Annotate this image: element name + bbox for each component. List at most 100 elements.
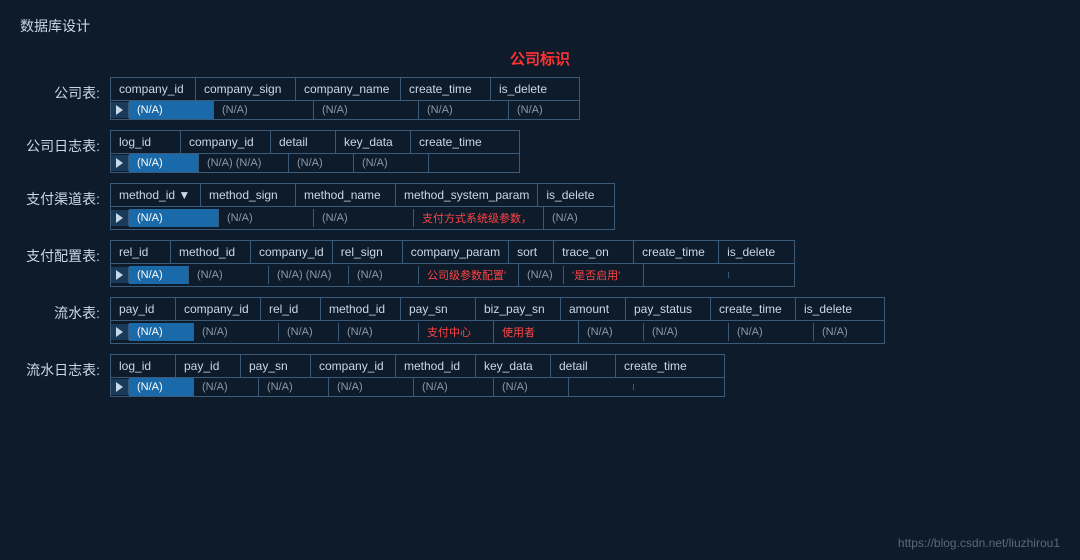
label-flow-table: 流水表: (20, 297, 110, 323)
cell-flow-table-0-0: (N/A) (129, 323, 194, 341)
table-row-company-log-table-0: (N/A)(N/A) (N/A)(N/A)(N/A) (111, 154, 519, 172)
cell-company-log-table-0-3: (N/A) (354, 154, 429, 172)
col-flow-table-8: create_time (711, 298, 796, 320)
col-payment-method-table-3: method_system_param (396, 184, 538, 206)
col-flow-log-table-2: pay_sn (241, 355, 311, 377)
cell-payment-method-table-0-3: 支付方式系统级参数， (414, 207, 544, 229)
watermark: https://blog.csdn.net/liuzhirou1 (898, 536, 1060, 550)
label-payment-config-table: 支付配置表: (20, 240, 110, 266)
cell-flow-log-table-0-7 (634, 384, 724, 390)
col-flow-table-6: amount (561, 298, 626, 320)
cell-flow-log-table-0-0: (N/A) (129, 378, 194, 396)
col-payment-config-table-6: trace_on (554, 241, 634, 263)
col-company-table-2: company_name (296, 78, 401, 100)
cell-payment-config-table-0-4: 公司级参数配置' (419, 264, 519, 286)
cell-flow-table-0-5: 使用者 (494, 321, 579, 343)
table-header-flow-log-table: log_idpay_idpay_sncompany_idmethod_idkey… (111, 355, 724, 378)
col-flow-table-4: pay_sn (401, 298, 476, 320)
center-title: 公司标识 (20, 48, 1060, 69)
col-flow-log-table-3: company_id (311, 355, 396, 377)
cell-payment-config-table-0-0: (N/A) (129, 266, 189, 284)
table-company-table: company_idcompany_signcompany_namecreate… (110, 77, 580, 120)
cell-flow-log-table-0-1: (N/A) (194, 378, 259, 396)
table-payment-config-table: rel_idmethod_idcompany_idrel_signcompany… (110, 240, 795, 287)
cell-company-table-0-2: (N/A) (314, 101, 419, 119)
cell-flow-table-0-4: 支付中心 (419, 321, 494, 343)
table-row-flow-log-table-0: (N/A)(N/A)(N/A)(N/A)(N/A)(N/A) (111, 378, 724, 396)
cell-payment-method-table-0-2: (N/A) (314, 209, 414, 227)
label-company-log-table: 公司日志表: (20, 130, 110, 156)
cell-flow-table-0-2: (N/A) (279, 323, 339, 341)
col-payment-config-table-0: rel_id (111, 241, 171, 263)
col-company-log-table-3: key_data (336, 131, 411, 153)
table-header-payment-config-table: rel_idmethod_idcompany_idrel_signcompany… (111, 241, 794, 264)
label-company-table: 公司表: (20, 77, 110, 103)
table-row-payment-method-table-0: (N/A)(N/A)(N/A)支付方式系统级参数，(N/A) (111, 207, 614, 229)
cell-company-log-table-0-0: (N/A) (129, 154, 199, 172)
cell-payment-config-table-0-8 (729, 272, 794, 278)
col-payment-config-table-8: is_delete (719, 241, 784, 263)
section-payment-config-table: 支付配置表:rel_idmethod_idcompany_idrel_signc… (20, 240, 1060, 287)
table-header-company-log-table: log_idcompany_iddetailkey_datacreate_tim… (111, 131, 519, 154)
cell-company-log-table-0-2: (N/A) (289, 154, 354, 172)
col-flow-log-table-1: pay_id (176, 355, 241, 377)
col-company-table-3: create_time (401, 78, 491, 100)
col-flow-log-table-5: key_data (476, 355, 551, 377)
cell-flow-table-0-6: (N/A) (579, 323, 644, 341)
cell-flow-log-table-0-2: (N/A) (259, 378, 329, 396)
col-flow-log-table-6: detail (551, 355, 616, 377)
col-flow-table-1: company_id (176, 298, 261, 320)
table-header-payment-method-table: method_id ▼method_signmethod_namemethod_… (111, 184, 614, 207)
cell-company-table-0-3: (N/A) (419, 101, 509, 119)
col-flow-table-0: pay_id (111, 298, 176, 320)
col-company-log-table-0: log_id (111, 131, 181, 153)
cell-payment-config-table-0-6: '是否启用' (564, 264, 644, 286)
table-flow-log-table: log_idpay_idpay_sncompany_idmethod_idkey… (110, 354, 725, 397)
col-company-table-1: company_sign (196, 78, 296, 100)
cell-flow-log-table-0-6 (569, 384, 634, 390)
cell-company-table-0-1: (N/A) (214, 101, 314, 119)
col-company-log-table-4: create_time (411, 131, 501, 153)
col-flow-log-table-7: create_time (616, 355, 706, 377)
col-flow-table-2: rel_id (261, 298, 321, 320)
col-payment-method-table-0: method_id ▼ (111, 184, 201, 206)
col-payment-method-table-1: method_sign (201, 184, 296, 206)
col-flow-table-3: method_id (321, 298, 401, 320)
row-indicator-flow-table-0 (111, 324, 129, 340)
col-company-table-0: company_id (111, 78, 196, 100)
table-row-company-table-0: (N/A)(N/A)(N/A)(N/A)(N/A) (111, 101, 579, 119)
table-company-log-table: log_idcompany_iddetailkey_datacreate_tim… (110, 130, 520, 173)
col-payment-config-table-7: create_time (634, 241, 719, 263)
cell-company-table-0-0: (N/A) (129, 101, 214, 119)
cell-flow-table-0-3: (N/A) (339, 323, 419, 341)
label-flow-log-table: 流水日志表: (20, 354, 110, 380)
cell-flow-log-table-0-3: (N/A) (329, 378, 414, 396)
cell-payment-config-table-0-3: (N/A) (349, 266, 419, 284)
col-payment-config-table-2: company_id (251, 241, 333, 263)
table-header-company-table: company_idcompany_signcompany_namecreate… (111, 78, 579, 101)
cell-payment-method-table-0-1: (N/A) (219, 209, 314, 227)
col-company-table-4: is_delete (491, 78, 561, 100)
col-payment-config-table-1: method_id (171, 241, 251, 263)
label-payment-method-table: 支付渠道表: (20, 183, 110, 209)
table-header-flow-table: pay_idcompany_idrel_idmethod_idpay_snbiz… (111, 298, 884, 321)
row-indicator-flow-log-table-0 (111, 379, 129, 395)
cell-company-table-0-4: (N/A) (509, 101, 579, 119)
section-payment-method-table: 支付渠道表:method_id ▼method_signmethod_namem… (20, 183, 1060, 230)
cell-payment-method-table-0-0: (N/A) (129, 209, 219, 227)
page-title: 数据库设计 (20, 16, 1060, 36)
section-company-log-table: 公司日志表:log_idcompany_iddetailkey_datacrea… (20, 130, 1060, 173)
section-flow-log-table: 流水日志表:log_idpay_idpay_sncompany_idmethod… (20, 354, 1060, 397)
row-indicator-company-log-table-0 (111, 155, 129, 171)
col-flow-table-7: pay_status (626, 298, 711, 320)
cell-company-log-table-0-1: (N/A) (N/A) (199, 154, 289, 172)
col-payment-config-table-5: sort (509, 241, 554, 263)
col-company-log-table-1: company_id (181, 131, 271, 153)
col-payment-config-table-3: rel_sign (333, 241, 403, 263)
col-flow-log-table-0: log_id (111, 355, 176, 377)
col-payment-method-table-4: is_delete (538, 184, 608, 206)
col-payment-config-table-4: company_param (403, 241, 509, 263)
section-flow-table: 流水表:pay_idcompany_idrel_idmethod_idpay_s… (20, 297, 1060, 344)
sections-wrapper: 公司表:company_idcompany_signcompany_namecr… (20, 77, 1060, 397)
col-payment-method-table-2: method_name (296, 184, 396, 206)
